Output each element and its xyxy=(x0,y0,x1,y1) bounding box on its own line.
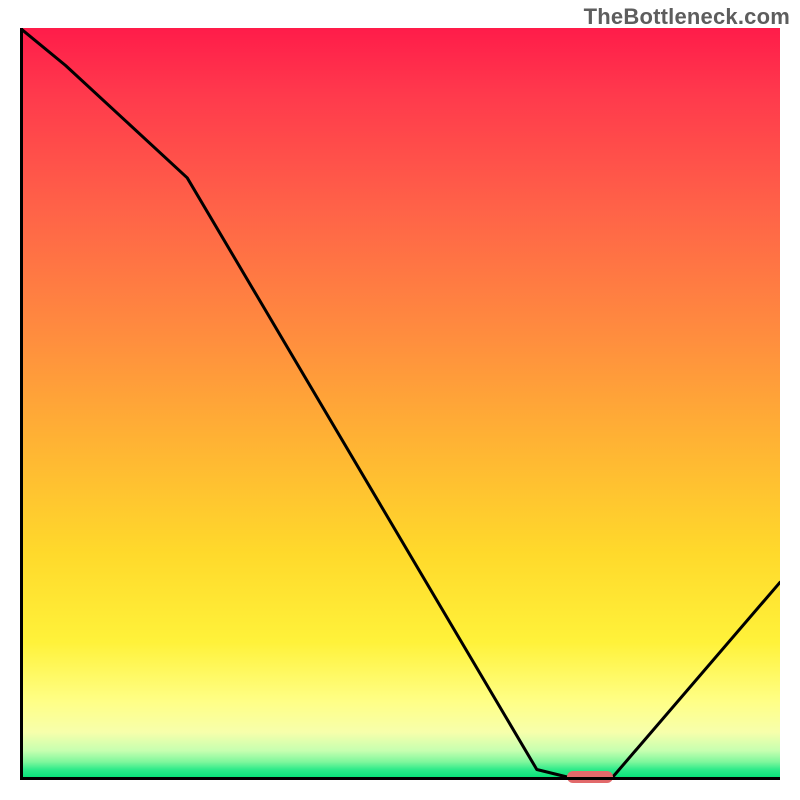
watermark-text: TheBottleneck.com xyxy=(584,4,790,30)
background-gradient xyxy=(23,28,780,777)
plot-area xyxy=(20,28,780,780)
optimum-marker xyxy=(567,771,613,783)
chart-container: TheBottleneck.com xyxy=(0,0,800,800)
